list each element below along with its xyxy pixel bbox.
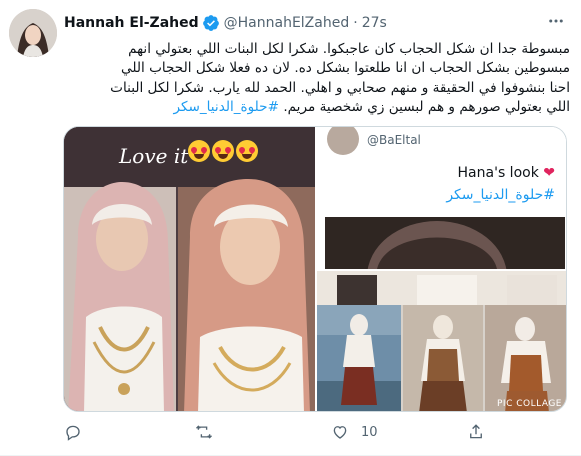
retweet-icon bbox=[196, 425, 212, 439]
author-name[interactable]: Hannah El-Zahed bbox=[64, 15, 199, 31]
outfit-collage-photo bbox=[317, 271, 566, 411]
media-grid: Love it @BaEltal Hana's look ❤ #حلوة_الد… bbox=[63, 126, 567, 412]
hashtag-link[interactable]: #حلوة_الدنيا_سكر bbox=[173, 99, 279, 115]
reply-icon bbox=[66, 425, 80, 441]
heart-eyes-emoji-icon bbox=[236, 140, 258, 162]
tweet-text-line: احنا بنشوفوا في الحقيقة و منهم صحابي و ا… bbox=[110, 79, 570, 96]
share-icon bbox=[470, 424, 482, 439]
collage-watermark: PIC COLLAGE bbox=[497, 399, 562, 409]
timestamp[interactable]: 27s bbox=[362, 15, 387, 31]
tweet-text-line-end: اللي بعتولي صورهم و هم لبسين زي شخصية مر… bbox=[283, 99, 570, 116]
tweet-text-line: مبسوطين بشكل الحجاب ان انا طلعتوا بشكل د… bbox=[121, 60, 570, 77]
avatar[interactable] bbox=[9, 9, 57, 57]
tweet[interactable]: Hannah El-Zahed @HannahElZahed · 27s مبس… bbox=[0, 0, 581, 456]
tweet-text-line: اللي بعتولي صورهم و هم لبسين زي شخصية مر… bbox=[64, 98, 570, 117]
tweet-header: Hannah El-Zahed @HannahElZahed · 27s bbox=[64, 13, 387, 33]
quoted-text: Hana's look ❤ bbox=[317, 165, 555, 181]
tweet-text-line: مبسوطة جدا ان شكل الحجاب كان عاجبكوا. شك… bbox=[128, 41, 570, 57]
quoted-handle: @BaEltal bbox=[367, 133, 421, 147]
separator-dot: · bbox=[353, 15, 358, 31]
verified-badge-icon bbox=[202, 15, 219, 31]
avatar-photo bbox=[9, 9, 57, 57]
share-button[interactable] bbox=[467, 422, 497, 442]
author-handle[interactable]: @HannahElZahed bbox=[224, 15, 350, 31]
heart-icon: ❤ bbox=[543, 165, 555, 181]
tweet-actions: 10 bbox=[64, 422, 504, 442]
heart-eyes-emoji-icon bbox=[188, 140, 210, 162]
quoted-text-label: Hana's look bbox=[457, 165, 539, 181]
like-button[interactable]: 10 bbox=[331, 422, 378, 442]
more-options-icon[interactable] bbox=[545, 10, 567, 32]
retweet-button[interactable] bbox=[195, 422, 225, 442]
heart-outline-icon bbox=[333, 426, 347, 439]
tweet-text: مبسوطة جدا ان شكل الحجاب كان عاجبكوا. شك… bbox=[64, 40, 570, 118]
media-image-collage[interactable]: PIC COLLAGE bbox=[317, 271, 566, 411]
heart-eyes-emojis bbox=[188, 140, 258, 162]
hijab-comparison-photo bbox=[64, 127, 315, 411]
media-image-screenshot[interactable]: @BaEltal Hana's look ❤ #حلوة_الدنيا_سكر bbox=[317, 127, 566, 269]
reply-button[interactable] bbox=[64, 422, 94, 442]
quoted-hashtag: #حلوة_الدنيا_سكر bbox=[446, 187, 555, 203]
like-count: 10 bbox=[361, 424, 378, 440]
heart-eyes-emoji-icon bbox=[212, 140, 234, 162]
love-it-caption: Love it bbox=[119, 144, 189, 168]
media-image-left[interactable]: Love it bbox=[64, 127, 315, 411]
